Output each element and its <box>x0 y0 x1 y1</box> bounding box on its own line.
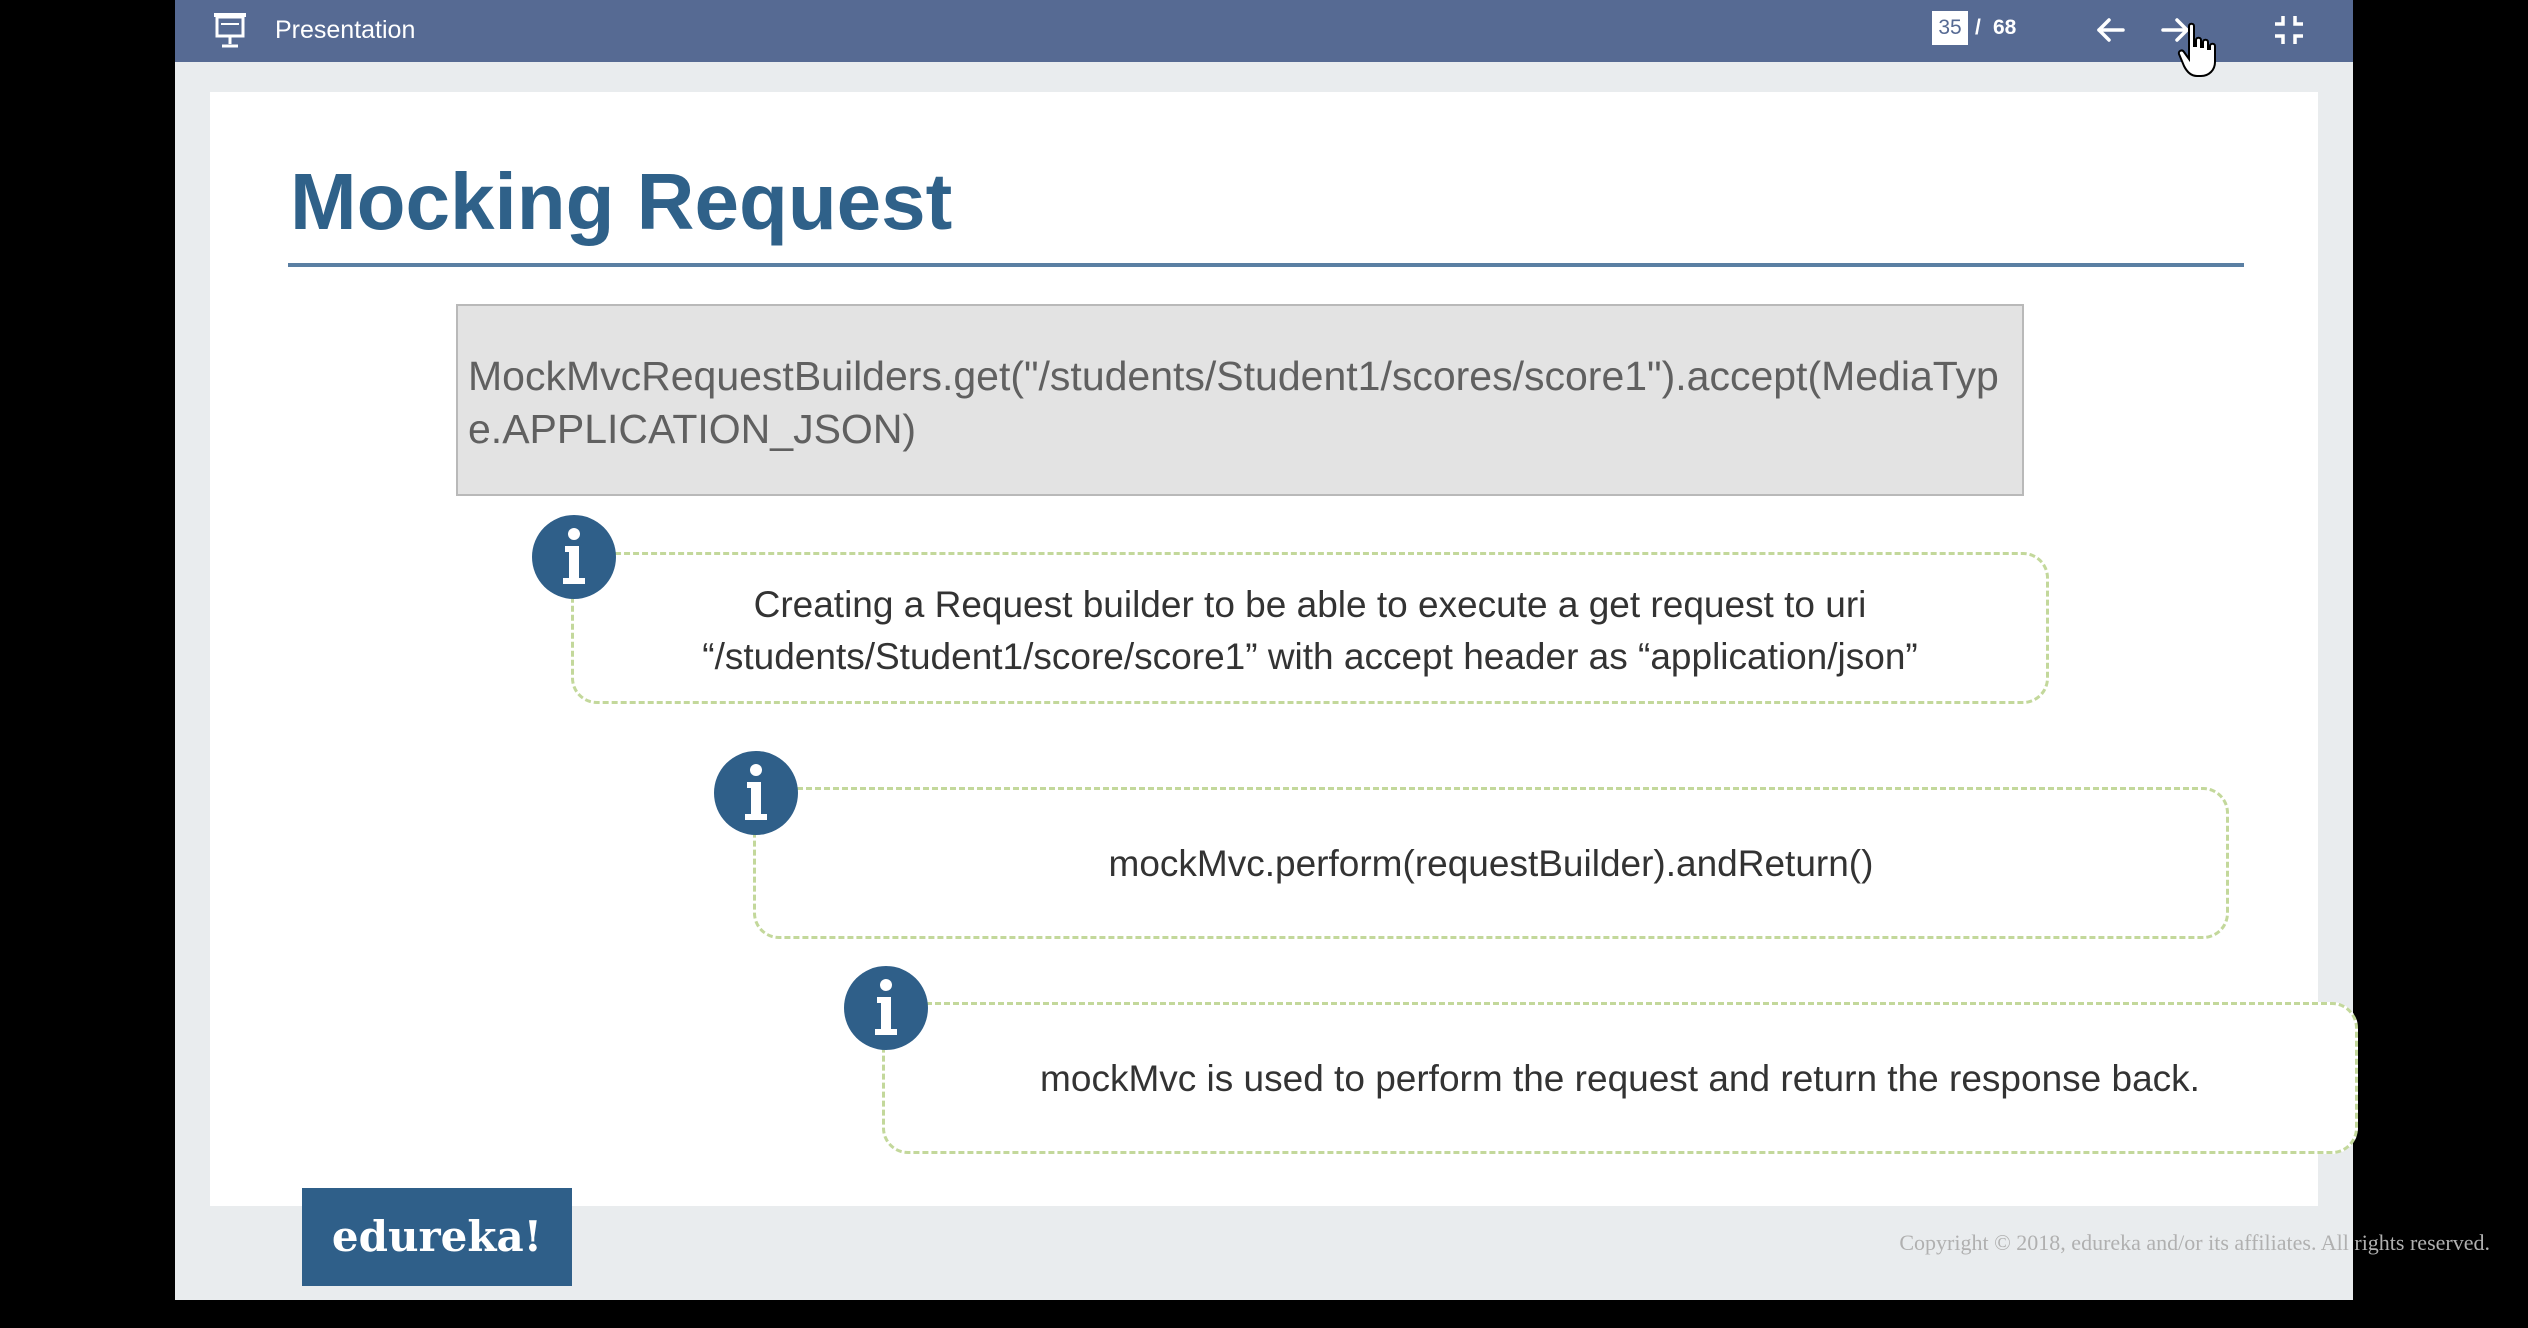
note-1-line-2: “/students/Student1/score/score1” with a… <box>702 636 1918 677</box>
info-icon <box>844 966 928 1050</box>
presentation-icon <box>214 13 246 48</box>
note-3-line-1: mockMvc is used to perform the request a… <box>1040 1058 2200 1099</box>
total-pages: 68 <box>1993 16 2017 39</box>
page-separator: / <box>1975 16 1981 39</box>
note-2-line-1: mockMvc.perform(requestBuilder).andRetur… <box>1108 843 1874 884</box>
presentation-viewer: Presentation 35 / 68 Mocking Request Moc… <box>175 0 2490 1300</box>
arrow-left-icon[interactable] <box>2091 10 2131 50</box>
info-note-1: Creating a Request builder to be able to… <box>571 552 2049 704</box>
info-icon <box>714 751 798 835</box>
current-page-input[interactable]: 35 <box>1932 11 1968 45</box>
code-snippet: MockMvcRequestBuilders.get("/students/St… <box>468 353 1999 452</box>
info-note-3: mockMvc is used to perform the request a… <box>882 1002 2358 1154</box>
slide: Mocking Request MockMvcRequestBuilders.g… <box>210 92 2358 1206</box>
exit-fullscreen-icon[interactable] <box>2269 10 2309 50</box>
hand-pointer-icon <box>2177 22 2216 77</box>
info-icon <box>532 515 616 599</box>
viewer-toolbar: Presentation 35 / 68 <box>175 0 2353 77</box>
edureka-logo: edureka! <box>302 1188 572 1286</box>
code-box: MockMvcRequestBuilders.get("/students/St… <box>456 304 2024 496</box>
info-note-2: mockMvc.perform(requestBuilder).andRetur… <box>753 787 2229 939</box>
copyright-text: Copyright © 2018, edureka and/or its aff… <box>1899 1230 2490 1255</box>
viewer-title: Presentation <box>275 16 416 44</box>
slide-title: Mocking Request <box>290 157 953 246</box>
title-divider <box>288 263 2244 267</box>
note-1-line-1: Creating a Request builder to be able to… <box>753 584 1867 625</box>
